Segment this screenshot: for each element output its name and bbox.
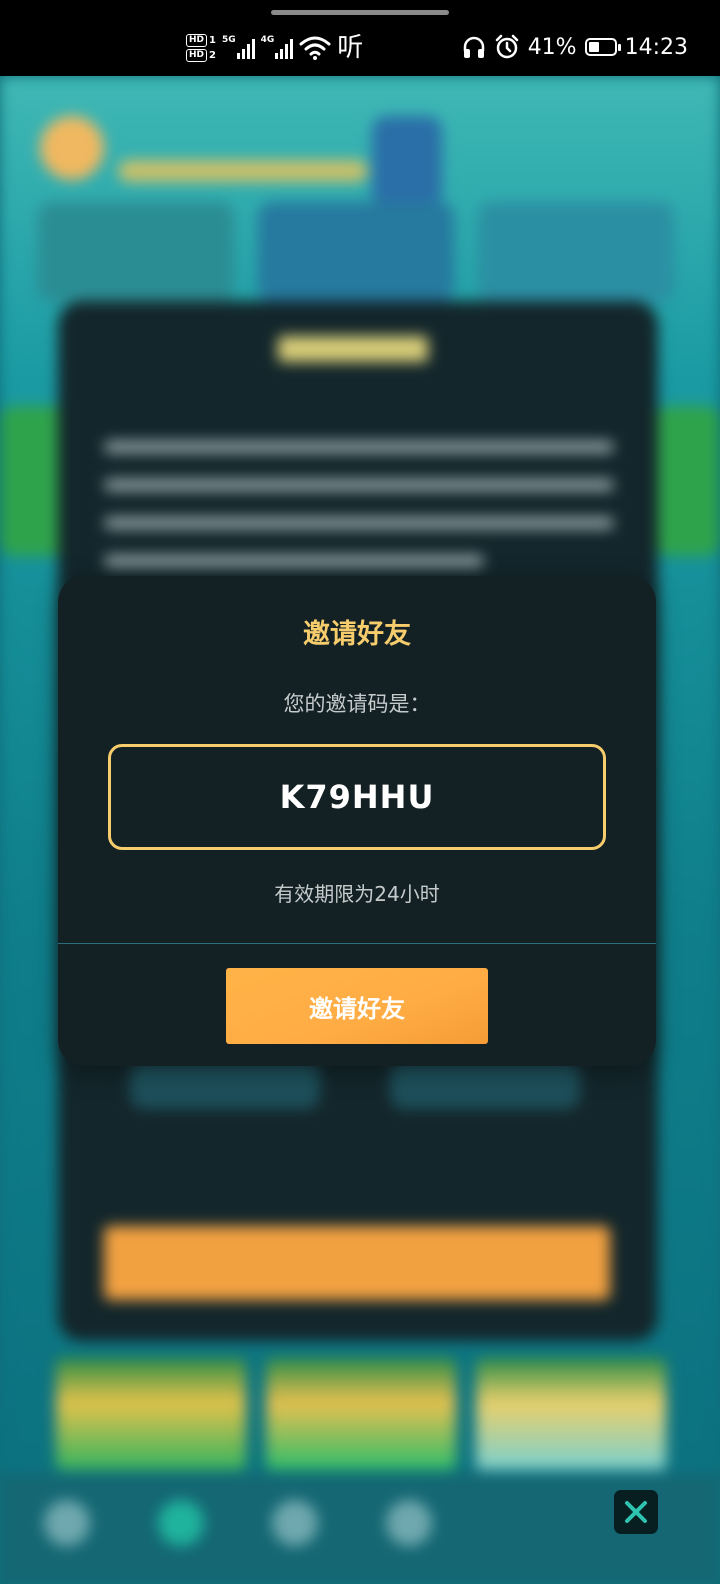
wifi-icon	[299, 36, 331, 60]
bg-card-2	[258, 202, 454, 302]
battery-icon	[584, 38, 621, 56]
bg-avatar	[40, 116, 104, 180]
signal-icon-2: 4G	[260, 35, 294, 59]
bg-username	[118, 160, 368, 182]
bg-thumb-3	[476, 1358, 666, 1470]
invite-dialog: 邀请好友 您的邀请码是： K79HHU 有效期限为24小时 邀请好友	[58, 576, 656, 1066]
gesture-handle[interactable]	[271, 10, 449, 15]
bg-card-1	[38, 202, 234, 302]
close-icon	[625, 1501, 647, 1523]
alarm-icon	[495, 34, 518, 59]
network-type-4g: 4G	[260, 35, 275, 45]
bg-banner	[372, 116, 442, 206]
dialog-title: 邀请好友	[303, 619, 411, 650]
bg-stat-2	[390, 1061, 580, 1109]
hd-indicators: HD 1 HD 2	[186, 34, 216, 62]
headphones-icon	[463, 36, 484, 58]
bg-thumb-2	[266, 1358, 456, 1470]
invite-code[interactable]: K79HHU	[280, 778, 435, 816]
expiry-notice: 有效期限为24小时	[274, 882, 440, 906]
signal-icon: 5G	[221, 35, 255, 59]
bg-side-left	[0, 406, 66, 556]
status-left: HD 1 HD 2 5G 4G 听	[186, 28, 363, 68]
bg-thumb-1	[56, 1358, 246, 1470]
close-button[interactable]	[614, 1490, 658, 1534]
dialog-divider	[58, 943, 656, 944]
network-type-5g: 5G	[221, 35, 236, 45]
hd-2-indicator: HD 2	[186, 49, 216, 62]
bg-side-right	[656, 406, 720, 556]
bg-tab-bar	[0, 1474, 720, 1584]
bg-stat-1	[130, 1061, 320, 1109]
invite-friends-button[interactable]: 邀请好友	[226, 968, 488, 1044]
hd-1-indicator: HD 1	[186, 34, 216, 47]
status-bar: HD 1 HD 2 5G 4G 听 41% 14:23	[0, 0, 720, 76]
listen-indicator: 听	[337, 33, 364, 63]
invite-code-label: 您的邀请码是：	[283, 692, 431, 716]
battery-fill	[588, 42, 599, 52]
battery-percent: 41%	[527, 34, 577, 60]
status-right: 41% 14:23	[462, 34, 688, 60]
bg-card-3	[478, 202, 674, 302]
bg-invite-button	[104, 1226, 610, 1300]
clock: 14:23	[624, 34, 688, 60]
invite-code-box[interactable]: K79HHU	[108, 744, 606, 850]
